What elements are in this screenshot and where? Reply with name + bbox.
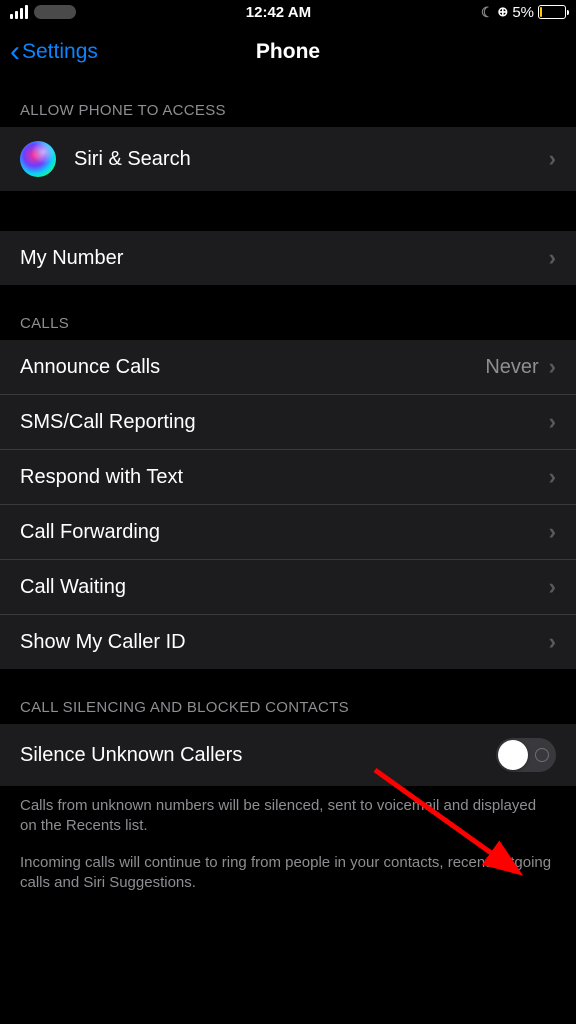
chevron-right-icon: › (549, 629, 556, 655)
row-label: Call Waiting (20, 576, 126, 599)
chevron-right-icon: › (549, 574, 556, 600)
row-label: Siri & Search (74, 148, 191, 171)
footer-text-2: Incoming calls will continue to ring fro… (0, 837, 576, 894)
row-value: Never (485, 356, 538, 379)
back-label: Settings (22, 40, 98, 64)
row-label: Call Forwarding (20, 521, 160, 544)
row-show-caller-id[interactable]: Show My Caller ID › (0, 615, 576, 669)
status-left (10, 5, 76, 19)
navigation-bar: ‹ Settings Phone (0, 24, 576, 80)
row-my-number[interactable]: My Number › (0, 231, 576, 285)
row-label: Show My Caller ID (20, 631, 186, 654)
chevron-left-icon: ‹ (10, 37, 20, 67)
row-label: My Number (20, 247, 123, 270)
section-header-access: ALLOW PHONE TO ACCESS (0, 80, 576, 127)
status-right: ☾ ⊕ 5% (481, 4, 566, 21)
row-label: SMS/Call Reporting (20, 411, 196, 434)
silence-unknown-toggle[interactable] (496, 738, 556, 772)
signal-icon (10, 5, 28, 19)
orientation-lock-icon: ⊕ (497, 4, 508, 20)
row-call-forwarding[interactable]: Call Forwarding › (0, 505, 576, 560)
row-call-waiting[interactable]: Call Waiting › (0, 560, 576, 615)
chevron-right-icon: › (549, 146, 556, 172)
status-time: 12:42 AM (246, 4, 311, 21)
battery-icon (538, 5, 566, 19)
battery-percent: 5% (512, 4, 534, 21)
back-button[interactable]: ‹ Settings (10, 37, 98, 67)
row-label: Silence Unknown Callers (20, 744, 242, 767)
chevron-right-icon: › (549, 245, 556, 271)
page-title: Phone (256, 40, 320, 64)
row-label: Respond with Text (20, 466, 183, 489)
row-silence-unknown-callers[interactable]: Silence Unknown Callers (0, 724, 576, 786)
row-label: Announce Calls (20, 356, 160, 379)
row-announce-calls[interactable]: Announce Calls Never › (0, 340, 576, 395)
chevron-right-icon: › (549, 354, 556, 380)
chevron-right-icon: › (549, 519, 556, 545)
status-bar: 12:42 AM ☾ ⊕ 5% (0, 0, 576, 24)
chevron-right-icon: › (549, 464, 556, 490)
siri-icon (20, 141, 56, 177)
footer-text-1: Calls from unknown numbers will be silen… (0, 786, 576, 837)
row-sms-call-reporting[interactable]: SMS/Call Reporting › (0, 395, 576, 450)
section-header-silencing: CALL SILENCING AND BLOCKED CONTACTS (0, 669, 576, 724)
row-respond-with-text[interactable]: Respond with Text › (0, 450, 576, 505)
section-header-calls: CALLS (0, 285, 576, 340)
carrier-label-redacted (34, 5, 76, 19)
chevron-right-icon: › (549, 409, 556, 435)
row-siri-search[interactable]: Siri & Search › (0, 127, 576, 191)
dnd-moon-icon: ☾ (481, 4, 494, 21)
